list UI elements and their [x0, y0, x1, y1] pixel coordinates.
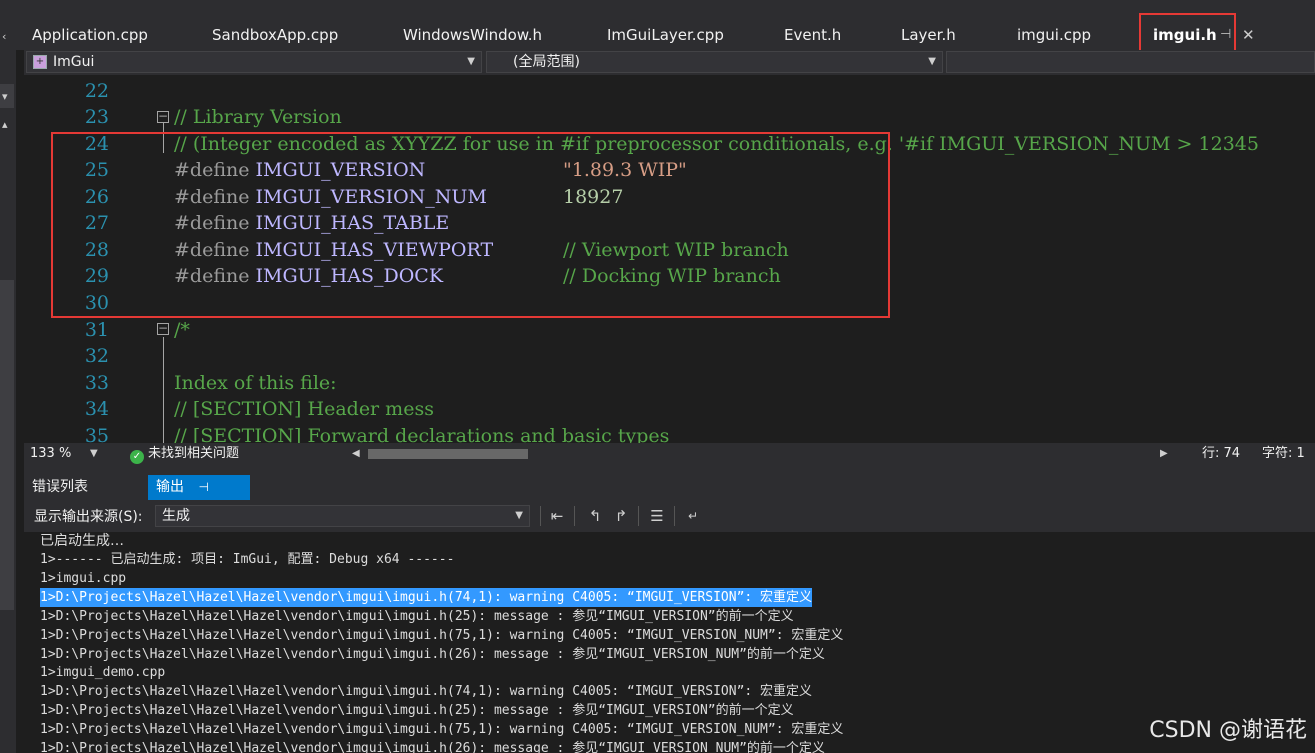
line-number: 33 — [84, 372, 109, 394]
fold-toggle-icon[interactable]: − — [157, 322, 169, 335]
editor-status-bar: 133 % ▼ ✓ 未找到相关问题 ◀ ▶ 行: 74 字符: 1 — [24, 443, 1315, 465]
tab-imguilayer-cpp[interactable]: ImGuiLayer.cpp — [607, 22, 724, 48]
output-line: 1>D:\Projects\Hazel\Hazel\Hazel\vendor\i… — [40, 628, 844, 643]
output-line: 1>imgui_demo.cpp — [40, 665, 166, 680]
chevron-down-icon: ▼ — [515, 510, 523, 521]
line-number: 34 — [84, 398, 109, 420]
clear-all-icon[interactable]: ☰ — [646, 505, 668, 527]
toolbar-separator — [638, 506, 639, 526]
output-source-value: 生成 — [162, 508, 190, 524]
code-line-33: Index of this file: — [174, 372, 337, 394]
output-line: 1>------ 已启动生成: 项目: ImGui, 配置: Debug x64… — [40, 552, 455, 567]
tab-application-cpp[interactable]: Application.cpp — [32, 22, 148, 48]
document-tab-bar: Application.cpp SandboxApp.cpp WindowsWi… — [16, 0, 1315, 52]
active-tab-annotation-box — [1139, 13, 1236, 52]
previous-message-icon[interactable]: ↰ — [584, 505, 606, 527]
chevron-down-icon: ▼ — [467, 56, 475, 67]
output-line: 1>D:\Projects\Hazel\Hazel\Hazel\vendor\i… — [40, 741, 825, 753]
tab-imgui-cpp[interactable]: imgui.cpp — [1017, 22, 1091, 48]
chevron-down-icon[interactable]: ▾ — [2, 90, 8, 103]
char-indicator: 字符: 1 — [1262, 446, 1305, 461]
fold-toggle-icon[interactable]: − — [157, 110, 169, 123]
horizontal-scrollbar-thumb[interactable] — [368, 449, 528, 459]
issues-status[interactable]: ✓ 未找到相关问题 — [130, 445, 239, 464]
check-circle-icon: ✓ — [130, 450, 144, 464]
output-line: 1>D:\Projects\Hazel\Hazel\Hazel\vendor\i… — [40, 609, 794, 624]
find-message-icon[interactable]: ⇤ — [546, 505, 568, 527]
tab-event-h[interactable]: Event.h — [784, 22, 841, 48]
output-source-select[interactable]: 生成 ▼ — [155, 505, 530, 527]
line-number: 31 — [84, 319, 109, 341]
tool-window-tabs: 错误列表 输出 ⊣ ✕ — [24, 475, 1315, 519]
tab-output[interactable]: 输出 ⊣ ✕ — [148, 475, 250, 519]
chevron-down-icon[interactable]: ▼ — [90, 445, 98, 463]
project-name: ImGui — [53, 54, 95, 70]
tab-output-label: 输出 — [156, 479, 184, 495]
scroll-right-icon[interactable]: ▶ — [1160, 445, 1168, 463]
output-toolbar: 显示输出来源(S): 生成 ▼ ⇤ ↰ ↱ ☰ ↵ — [24, 500, 1315, 532]
word-wrap-icon[interactable]: ↵ — [682, 505, 704, 527]
code-line-23: // Library Version — [174, 106, 342, 128]
close-icon[interactable]: ✕ — [1242, 22, 1255, 48]
toolbar-separator — [540, 506, 541, 526]
code-annotation-box — [51, 132, 890, 318]
output-text-area[interactable]: 已启动生成… 1>------ 已启动生成: 项目: ImGui, 配置: De… — [24, 532, 1315, 753]
output-line: 1>D:\Projects\Hazel\Hazel\Hazel\vendor\i… — [40, 703, 794, 718]
project-dropdown[interactable]: + ImGui ▼ — [26, 51, 482, 73]
scope-dropdown[interactable]: (全局范围) ▼ — [486, 51, 943, 73]
tab-layer-h[interactable]: Layer.h — [901, 22, 956, 48]
zoom-level[interactable]: 133 % — [30, 445, 71, 463]
code-editor[interactable]: 22 23 24 25 26 27 28 29 30 31 32 33 34 3… — [24, 75, 1315, 443]
chevron-down-icon: ▼ — [928, 56, 936, 67]
side-scrollbar[interactable] — [0, 280, 14, 610]
line-number: 22 — [84, 80, 109, 102]
output-line: 1>D:\Projects\Hazel\Hazel\Hazel\vendor\i… — [40, 684, 813, 699]
chevron-left-icon[interactable]: ‹ — [2, 30, 6, 43]
code-line-31: /* — [174, 319, 190, 341]
watermark: CSDN @谢语花 — [1149, 718, 1307, 743]
scroll-left-icon[interactable]: ◀ — [352, 445, 360, 463]
line-number: 23 — [84, 106, 109, 128]
output-source-label: 显示输出来源(S): — [34, 509, 143, 525]
issues-text: 未找到相关问题 — [148, 446, 240, 461]
code-line-35: // [SECTION] Forward declarations and ba… — [174, 425, 670, 443]
toolbar-separator — [674, 506, 675, 526]
scope-name: (全局范围) — [513, 54, 580, 70]
output-line: 1>D:\Projects\Hazel\Hazel\Hazel\vendor\i… — [40, 722, 844, 737]
project-icon: + — [33, 55, 47, 69]
member-dropdown[interactable] — [946, 51, 1315, 73]
output-line: 已启动生成… — [40, 533, 124, 549]
tab-error-list[interactable]: 错误列表 — [24, 475, 96, 500]
panel-splitter[interactable] — [24, 465, 1315, 475]
pin-icon[interactable]: ⊣ — [198, 480, 208, 494]
scroll-up-icon[interactable]: ▴ — [2, 118, 8, 131]
output-line-selected: 1>D:\Projects\Hazel\Hazel\Hazel\vendor\i… — [40, 588, 813, 607]
line-number: 32 — [84, 345, 109, 367]
output-line: 1>D:\Projects\Hazel\Hazel\Hazel\vendor\i… — [40, 647, 825, 662]
navigation-bar: + ImGui ▼ (全局范围) ▼ — [24, 50, 1315, 75]
tab-sandboxapp-cpp[interactable]: SandboxApp.cpp — [212, 22, 338, 48]
fold-guide — [163, 337, 164, 443]
output-line: 1>imgui.cpp — [40, 571, 127, 586]
line-indicator: 行: 74 — [1202, 446, 1241, 461]
toolbar-separator — [574, 506, 575, 526]
left-gutter-strip: ‹ ▾ ▴ — [0, 0, 16, 753]
next-message-icon[interactable]: ↱ — [610, 505, 632, 527]
tab-windowswindow-h[interactable]: WindowsWindow.h — [403, 22, 542, 48]
line-number: 35 — [84, 425, 109, 443]
code-line-34: // [SECTION] Header mess — [174, 398, 434, 420]
